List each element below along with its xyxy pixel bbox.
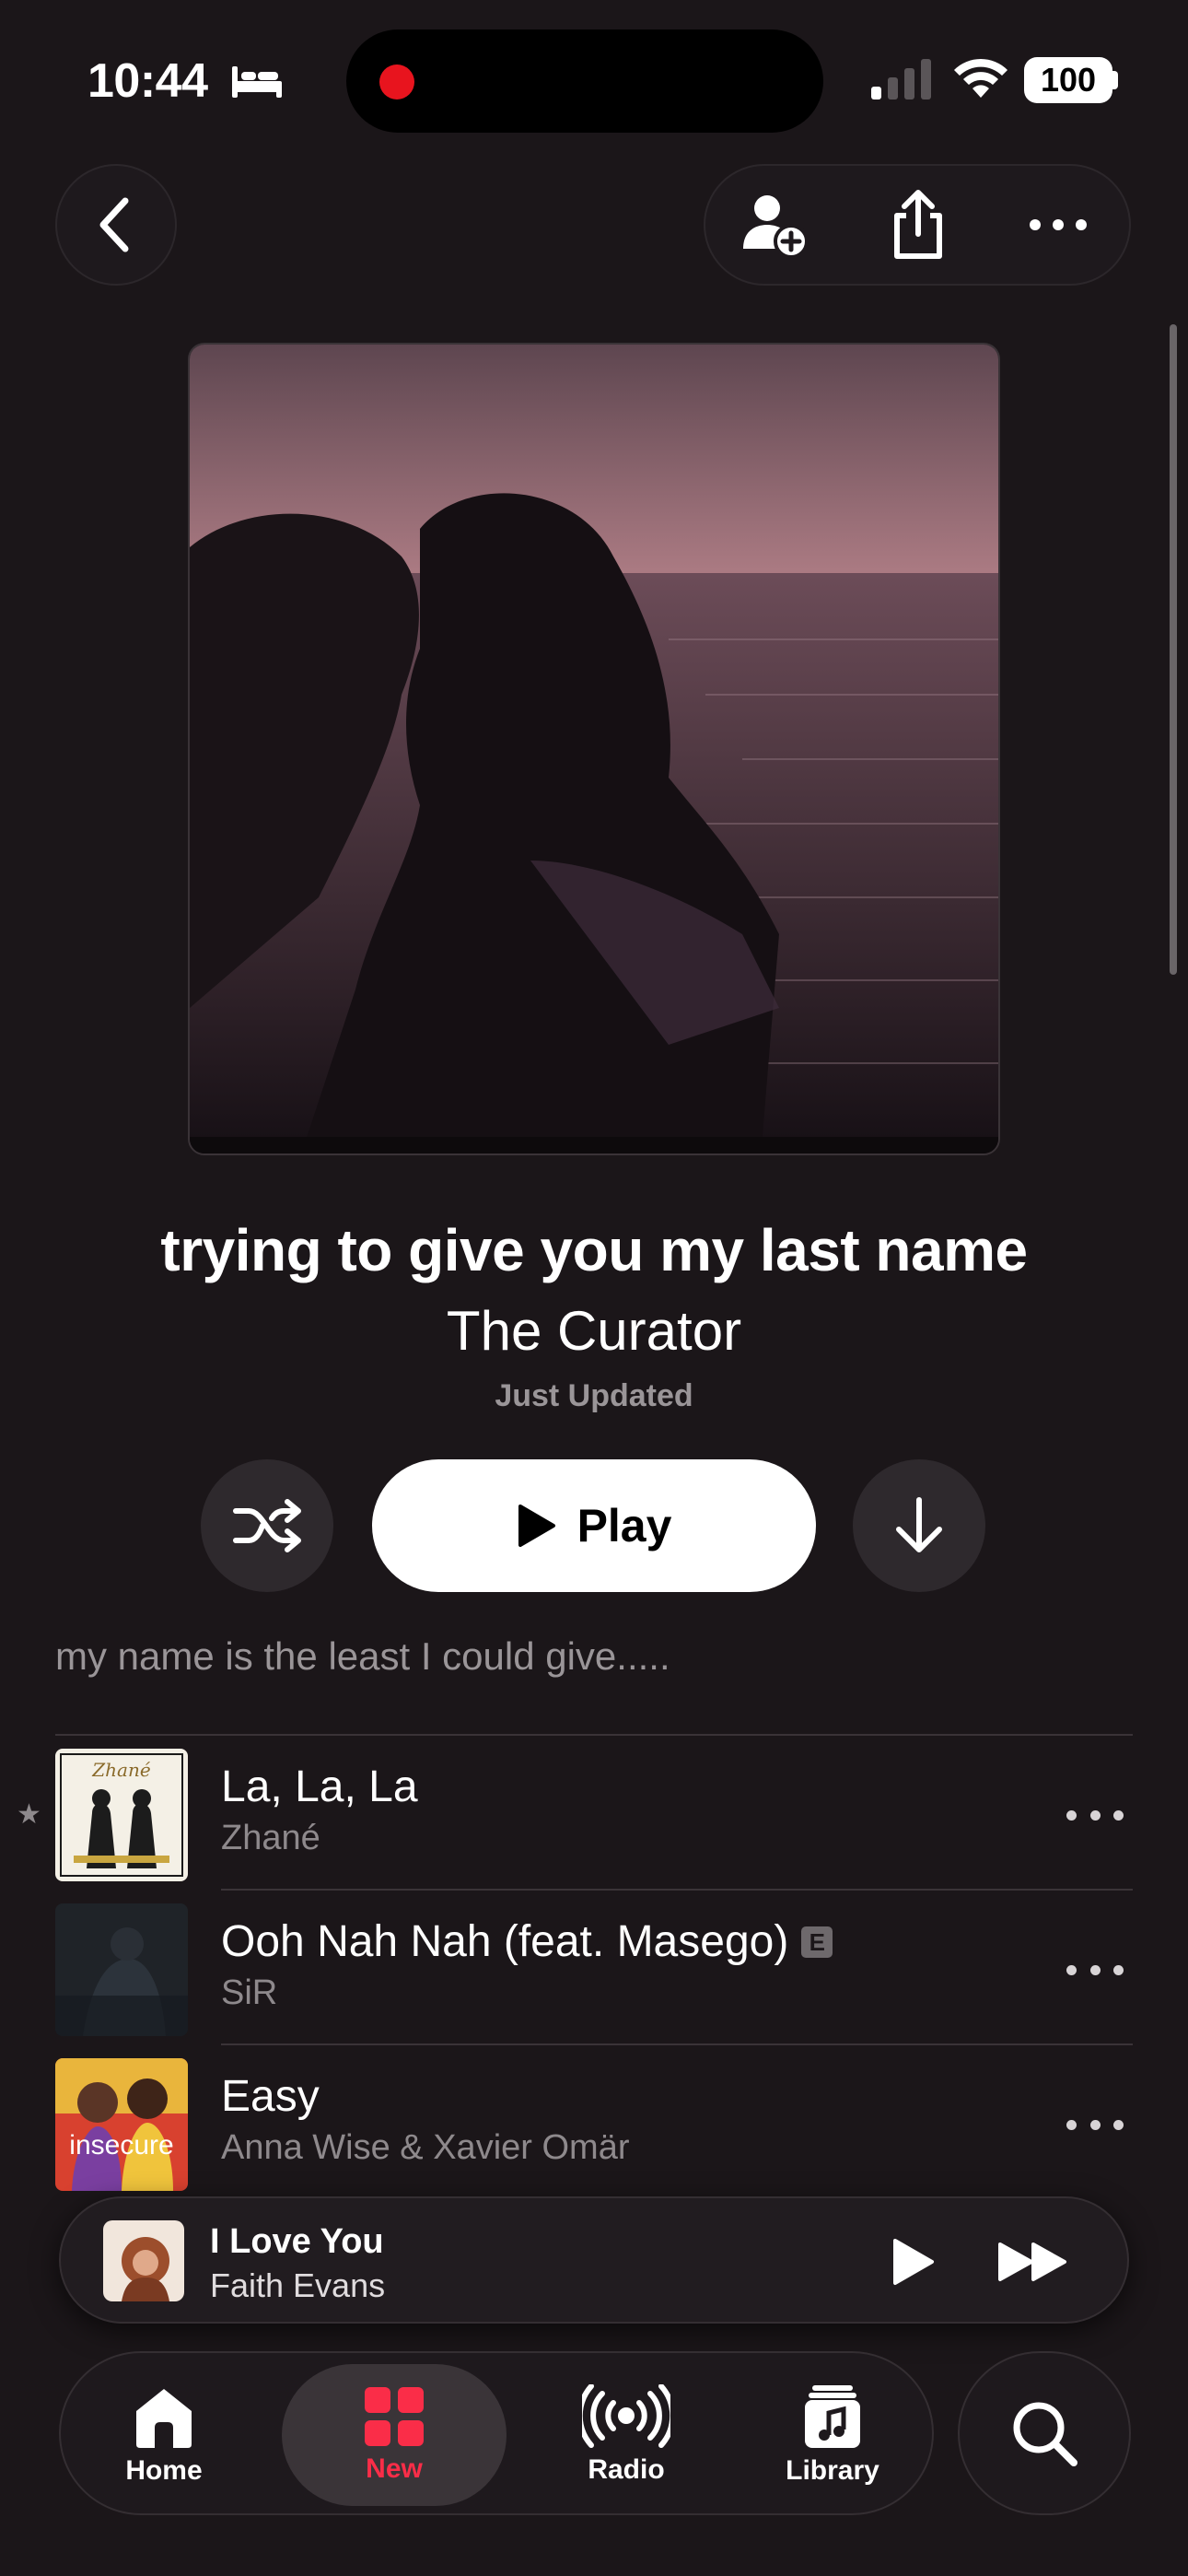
playlist-artwork xyxy=(188,343,1000,1155)
mini-player[interactable]: I Love You Faith Evans xyxy=(59,2196,1129,2324)
play-label: Play xyxy=(577,1500,672,1551)
add-person-icon xyxy=(743,195,809,259)
play-button[interactable]: Play xyxy=(372,1459,816,1592)
artwork-title: insecure xyxy=(69,2130,173,2160)
shuffle-button[interactable] xyxy=(201,1459,333,1592)
bed-icon xyxy=(232,66,282,98)
scroll-indicator[interactable] xyxy=(1170,324,1177,975)
recording-indicator xyxy=(379,64,414,100)
grid-icon xyxy=(365,2387,424,2446)
play-icon xyxy=(518,1505,555,1547)
tab-radio[interactable]: Radio xyxy=(525,2353,728,2517)
track-artwork xyxy=(55,1903,188,2036)
search-icon xyxy=(1013,2402,1077,2466)
search-button[interactable] xyxy=(958,2351,1131,2515)
shuffle-icon xyxy=(233,1499,301,1552)
track-more-button[interactable] xyxy=(1066,1797,1124,1833)
fast-forward-icon[interactable] xyxy=(996,2241,1070,2283)
track-title: Ooh Nah Nah (feat. Masego) E xyxy=(221,1916,833,1967)
tab-new[interactable]: New xyxy=(282,2364,507,2506)
chevron-left-icon xyxy=(99,197,129,252)
battery-nub xyxy=(1112,71,1118,89)
share-button[interactable] xyxy=(858,166,978,284)
download-button[interactable] xyxy=(853,1459,985,1592)
tab-label: Library xyxy=(786,2455,879,2486)
status-time: 10:44 xyxy=(87,54,208,108)
wifi-icon xyxy=(954,58,1007,98)
dynamic-island xyxy=(346,29,823,133)
library-icon xyxy=(805,2385,860,2448)
battery-icon: 100 xyxy=(1024,57,1112,103)
tab-home[interactable]: Home xyxy=(63,2353,265,2517)
track-more-button[interactable] xyxy=(1066,2106,1124,2143)
share-icon xyxy=(894,190,942,259)
add-collaborator-button[interactable] xyxy=(715,166,834,284)
track-row[interactable]: Zhané La, La, La Zhané xyxy=(0,1736,1188,1891)
tab-label: Home xyxy=(125,2455,203,2486)
tab-bar: Home New Radio Library xyxy=(59,2351,934,2515)
track-artist: SiR xyxy=(221,1973,278,2012)
track-artist: Anna Wise & Xavier Omär xyxy=(221,2128,630,2167)
play-icon[interactable] xyxy=(890,2237,936,2287)
playlist-title: trying to give you my last name xyxy=(160,1217,1028,1283)
track-artwork: insecure xyxy=(55,2058,188,2191)
track-row[interactable]: insecure Easy Anna Wise & Xavier Omär xyxy=(0,2045,1188,2200)
now-playing-title: I Love You xyxy=(210,2222,384,2261)
more-icon xyxy=(1030,219,1087,230)
now-playing-artist: Faith Evans xyxy=(210,2266,386,2304)
svg-text:Zhané: Zhané xyxy=(91,1759,151,1781)
signal-icon xyxy=(871,59,931,100)
track-title: La, La, La xyxy=(221,1762,418,1811)
update-status: Just Updated xyxy=(495,1378,693,1413)
curator-name[interactable]: The Curator xyxy=(0,1299,1188,1363)
radio-icon xyxy=(582,2384,670,2448)
now-playing-artwork xyxy=(103,2220,184,2301)
playlist-actions xyxy=(704,164,1131,286)
tab-label: Radio xyxy=(588,2454,665,2485)
playlist-description: my name is the least I could give..... xyxy=(55,1634,670,1678)
tab-library[interactable]: Library xyxy=(731,2353,934,2517)
track-artist: Zhané xyxy=(221,1819,320,1857)
home-icon xyxy=(136,2389,192,2448)
track-artwork: Zhané xyxy=(55,1749,188,1881)
track-title: Easy xyxy=(221,2072,320,2121)
track-row[interactable]: Ooh Nah Nah (feat. Masego) E SiR xyxy=(0,1891,1188,2045)
tab-label: New xyxy=(366,2453,423,2484)
more-options-button[interactable] xyxy=(998,166,1118,284)
download-icon xyxy=(896,1497,942,1552)
track-more-button[interactable] xyxy=(1066,1951,1124,1988)
back-button[interactable] xyxy=(55,164,177,286)
explicit-badge: E xyxy=(801,1926,833,1958)
